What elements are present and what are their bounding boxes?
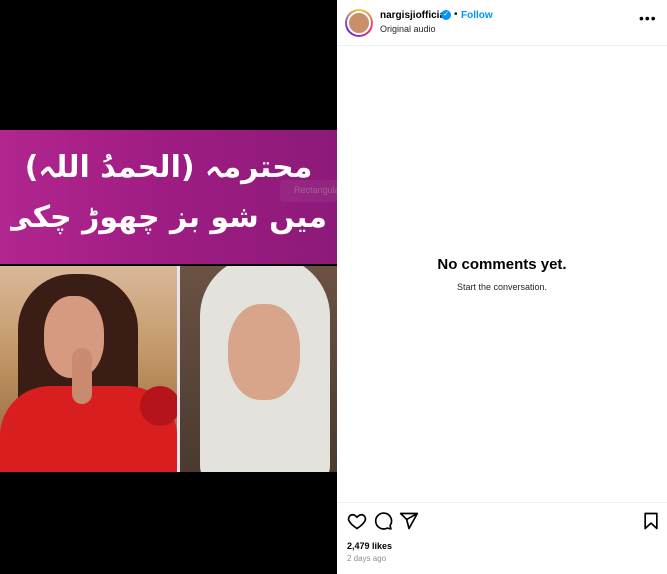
post-timestamp[interactable]: 2 days ago (347, 554, 386, 563)
overlay-text-line-2: میں شو بز چھوڑ چکی ہوں (10, 200, 327, 235)
comments-panel: No comments yet. Start the conversation. (337, 46, 667, 502)
photo-right (180, 266, 337, 472)
comment-icon[interactable] (373, 511, 393, 531)
audio-link[interactable]: Original audio (380, 24, 436, 34)
likes-count[interactable]: 2,479 likes (347, 541, 392, 551)
bookmark-icon[interactable] (641, 511, 661, 531)
verified-badge-icon: ✓ (441, 10, 451, 20)
share-icon[interactable] (399, 511, 419, 531)
post-media[interactable]: محترمہ (الحمدُ اللہ) میں شو بز چھوڑ چکی … (0, 0, 337, 574)
photo-left (0, 266, 177, 472)
post-header: nargisjiofficial ✓ • Follow Original aud… (337, 0, 667, 46)
no-comments-title: No comments yet. (437, 256, 567, 273)
avatar[interactable] (345, 9, 373, 37)
more-icon[interactable]: ••• (639, 10, 657, 26)
username-link[interactable]: nargisjiofficial (380, 10, 448, 21)
separator-dot: • (454, 9, 458, 20)
heart-icon[interactable] (347, 511, 367, 531)
overlay-text-line-1: محترمہ (الحمدُ اللہ) (24, 150, 313, 185)
no-comments-subtitle: Start the conversation. (456, 282, 548, 292)
action-bar: 2,479 likes 2 days ago (337, 502, 667, 574)
follow-button[interactable]: Follow (461, 10, 493, 21)
